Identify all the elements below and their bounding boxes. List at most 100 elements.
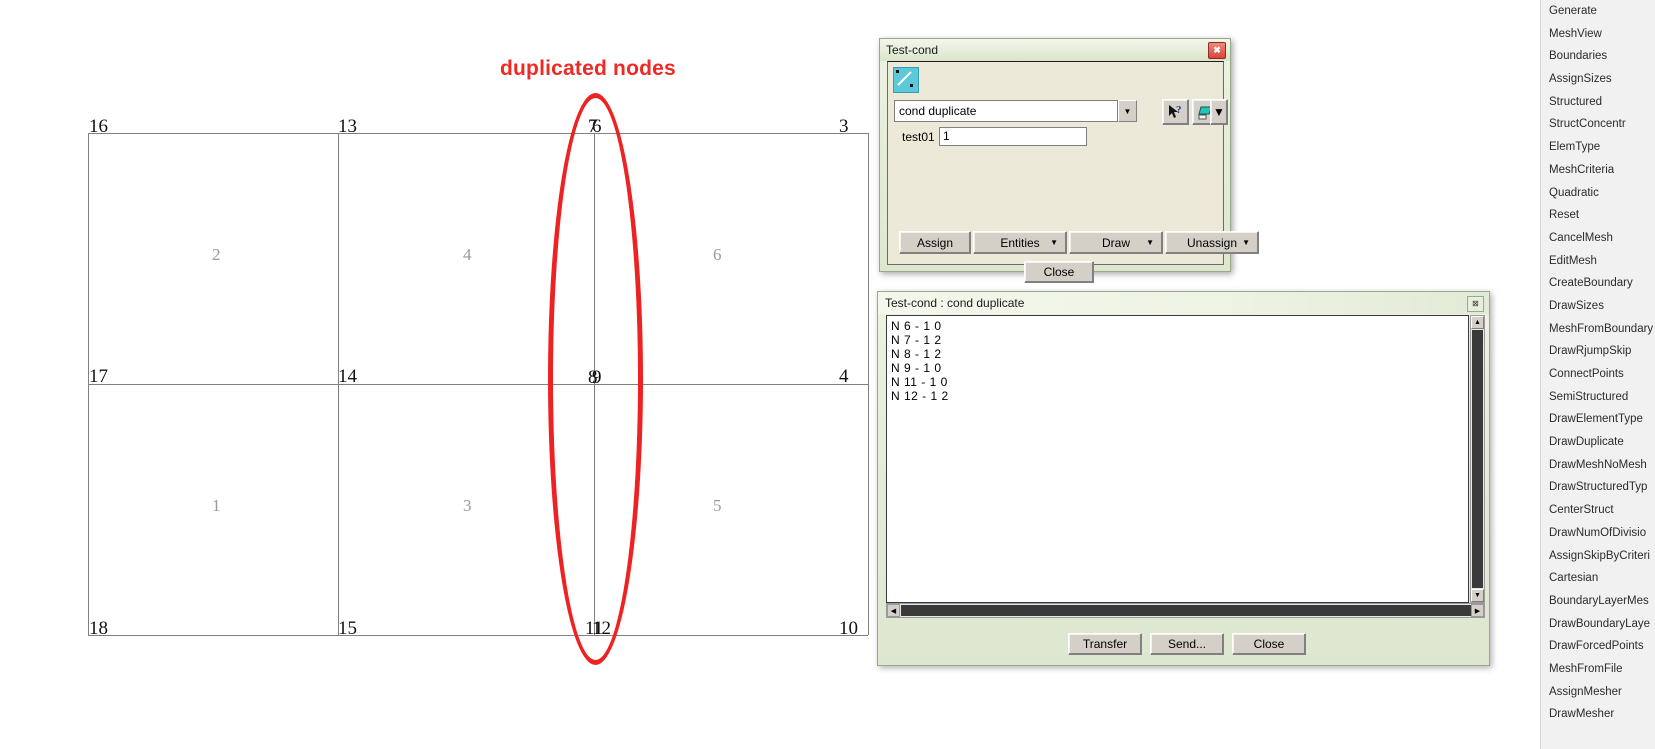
entities-button-label: Entities [1000,236,1039,250]
draw-button-label: Draw [1102,236,1130,250]
sidebar-item-reset[interactable]: Reset [1541,204,1655,227]
send-button-label: Send... [1168,637,1206,651]
dialog-title: Test-cond [886,43,938,57]
close-icon[interactable]: ✖ [1208,42,1226,59]
condition-select-value: cond duplicate [894,100,1118,122]
condition-icon [893,67,919,93]
sidebar-item-assignsizes[interactable]: AssignSizes [1541,68,1655,91]
output-window-title: Test-cond : cond duplicate [885,296,1024,310]
output-line: N 11 - 1 0 [891,375,1468,389]
sidebar-item-meshfromfile[interactable]: MeshFromFile [1541,658,1655,681]
scroll-up-arrow-icon[interactable]: ▲ [1471,316,1484,329]
output-line: N 12 - 1 2 [891,389,1468,403]
sidebar-item-drawforcedpoints[interactable]: DrawForcedPoints [1541,635,1655,658]
mesh-node-label: 16 [89,117,108,136]
output-line: N 6 - 1 0 [891,319,1468,333]
mesh-grid-line [88,635,868,636]
sidebar-item-drawsizes[interactable]: DrawSizes [1541,295,1655,318]
sidebar-item-drawelementtype[interactable]: DrawElementType [1541,408,1655,431]
horizontal-scroll-thumb[interactable] [901,605,1471,616]
sidebar-item-connectpoints[interactable]: ConnectPoints [1541,363,1655,386]
sidebar-item-boundaries[interactable]: Boundaries [1541,45,1655,68]
sidebar-item-cancelmesh[interactable]: CancelMesh [1541,227,1655,250]
mesh-node-label: 6 [592,117,602,136]
unassign-button[interactable]: Unassign ▼ [1165,231,1259,254]
layers-dropdown-arrow-icon[interactable]: ▼ [1210,99,1228,125]
sidebar-item-meshfromboundary[interactable]: MeshFromBoundary [1541,318,1655,341]
chevron-down-icon: ▼ [1146,238,1154,247]
dialog-titlebar[interactable]: Test-cond ✖ [880,39,1230,61]
send-button[interactable]: Send... [1150,633,1224,655]
help-cursor-icon[interactable]: ? [1162,99,1189,125]
vertical-scroll-thumb[interactable] [1472,330,1483,588]
sidebar-item-structconcentr[interactable]: StructConcentr [1541,113,1655,136]
dialog-body: cond duplicate ▼ ? ▼ test01 1 Assign Ent… [887,61,1224,265]
mesh-element-label: 1 [212,497,221,514]
close-icon[interactable]: ⊠ [1467,296,1484,312]
sidebar-item-createboundary[interactable]: CreateBoundary [1541,272,1655,295]
chevron-down-icon: ▼ [1242,238,1250,247]
scroll-right-arrow-icon[interactable]: ▶ [1471,604,1484,617]
sidebar-item-drawrjumpskip[interactable]: DrawRjumpSkip [1541,340,1655,363]
sidebar-item-quadratic[interactable]: Quadratic [1541,182,1655,205]
mesh-grid-line [88,133,868,134]
mesh-element-label: 5 [713,497,722,514]
mesh-node-label: 3 [839,117,849,136]
vertical-scrollbar[interactable]: ▲ ▼ [1470,315,1485,603]
draw-button[interactable]: Draw ▼ [1069,231,1163,254]
sidebar-item-drawnumofdivisio[interactable]: DrawNumOfDivisio [1541,522,1655,545]
parameter-row: test01 1 [894,127,1134,147]
mesh-element-label: 2 [212,246,221,263]
sidebar-item-elemtype[interactable]: ElemType [1541,136,1655,159]
output-window[interactable]: Test-cond : cond duplicate ⊠ N 6 - 1 0N … [877,291,1490,666]
sidebar-item-drawboundarylaye[interactable]: DrawBoundaryLaye [1541,613,1655,636]
condition-select[interactable]: cond duplicate ▼ [894,100,1137,122]
sidebar-item-assignskipbycriteri[interactable]: AssignSkipByCriteri [1541,545,1655,568]
transfer-button-label: Transfer [1083,637,1127,651]
mesh-element-label: 3 [463,497,472,514]
entities-button[interactable]: Entities ▼ [973,231,1067,254]
test-cond-dialog[interactable]: Test-cond ✖ cond duplicate ▼ ? [879,38,1231,272]
mesh-node-label: 4 [839,367,849,386]
sidebar-item-structured[interactable]: Structured [1541,91,1655,114]
mesh-node-label: 10 [839,619,858,638]
transfer-button[interactable]: Transfer [1068,633,1142,655]
sidebar-item-semistructured[interactable]: SemiStructured [1541,386,1655,409]
parameter-input[interactable]: 1 [939,127,1087,146]
sidebar-item-drawmeshnomesh[interactable]: DrawMeshNoMesh [1541,454,1655,477]
mesh-node-label: 15 [338,619,357,638]
dialog-close-button-label: Close [1044,265,1075,279]
assign-button[interactable]: Assign [899,231,971,254]
sidebar-item-boundarylayermes[interactable]: BoundaryLayerMes [1541,590,1655,613]
output-text-area[interactable]: N 6 - 1 0N 7 - 1 2N 8 - 1 2N 9 - 1 0N 11… [886,315,1469,603]
sidebar-item-cartesian[interactable]: Cartesian [1541,567,1655,590]
sidebar-item-drawstructuredtyp[interactable]: DrawStructuredTyp [1541,476,1655,499]
sidebar-item-centerstruct[interactable]: CenterStruct [1541,499,1655,522]
sidebar-item-meshcriteria[interactable]: MeshCriteria [1541,159,1655,182]
command-sidebar[interactable]: GenerateMeshViewBoundariesAssignSizesStr… [1540,0,1655,749]
sidebar-item-drawduplicate[interactable]: DrawDuplicate [1541,431,1655,454]
scroll-left-arrow-icon[interactable]: ◀ [887,604,900,617]
mesh-grid-line [88,384,868,385]
mesh-node-label: 14 [338,367,357,386]
horizontal-scrollbar[interactable]: ◀ ▶ [886,603,1485,618]
mesh-node-label: 13 [338,117,357,136]
chevron-down-icon: ▼ [1050,238,1058,247]
mesh-node-label: 17 [89,367,108,386]
sidebar-item-assignmesher[interactable]: AssignMesher [1541,681,1655,704]
scroll-down-arrow-icon[interactable]: ▼ [1471,589,1484,602]
output-line: N 7 - 1 2 [891,333,1468,347]
assign-button-label: Assign [917,236,953,250]
dialog-close-button[interactable]: Close [1024,261,1094,283]
sidebar-item-meshview[interactable]: MeshView [1541,23,1655,46]
mesh-element-label: 4 [463,246,472,263]
sidebar-item-editmesh[interactable]: EditMesh [1541,250,1655,273]
output-line: N 8 - 1 2 [891,347,1468,361]
mesh-node-label: 18 [89,619,108,638]
sidebar-item-drawmesher[interactable]: DrawMesher [1541,703,1655,726]
sidebar-item-generate[interactable]: Generate [1541,0,1655,23]
output-close-button[interactable]: Close [1232,633,1306,655]
svg-text:?: ? [1176,104,1182,116]
output-titlebar[interactable]: Test-cond : cond duplicate ⊠ [878,292,1489,314]
chevron-down-icon[interactable]: ▼ [1118,100,1137,122]
